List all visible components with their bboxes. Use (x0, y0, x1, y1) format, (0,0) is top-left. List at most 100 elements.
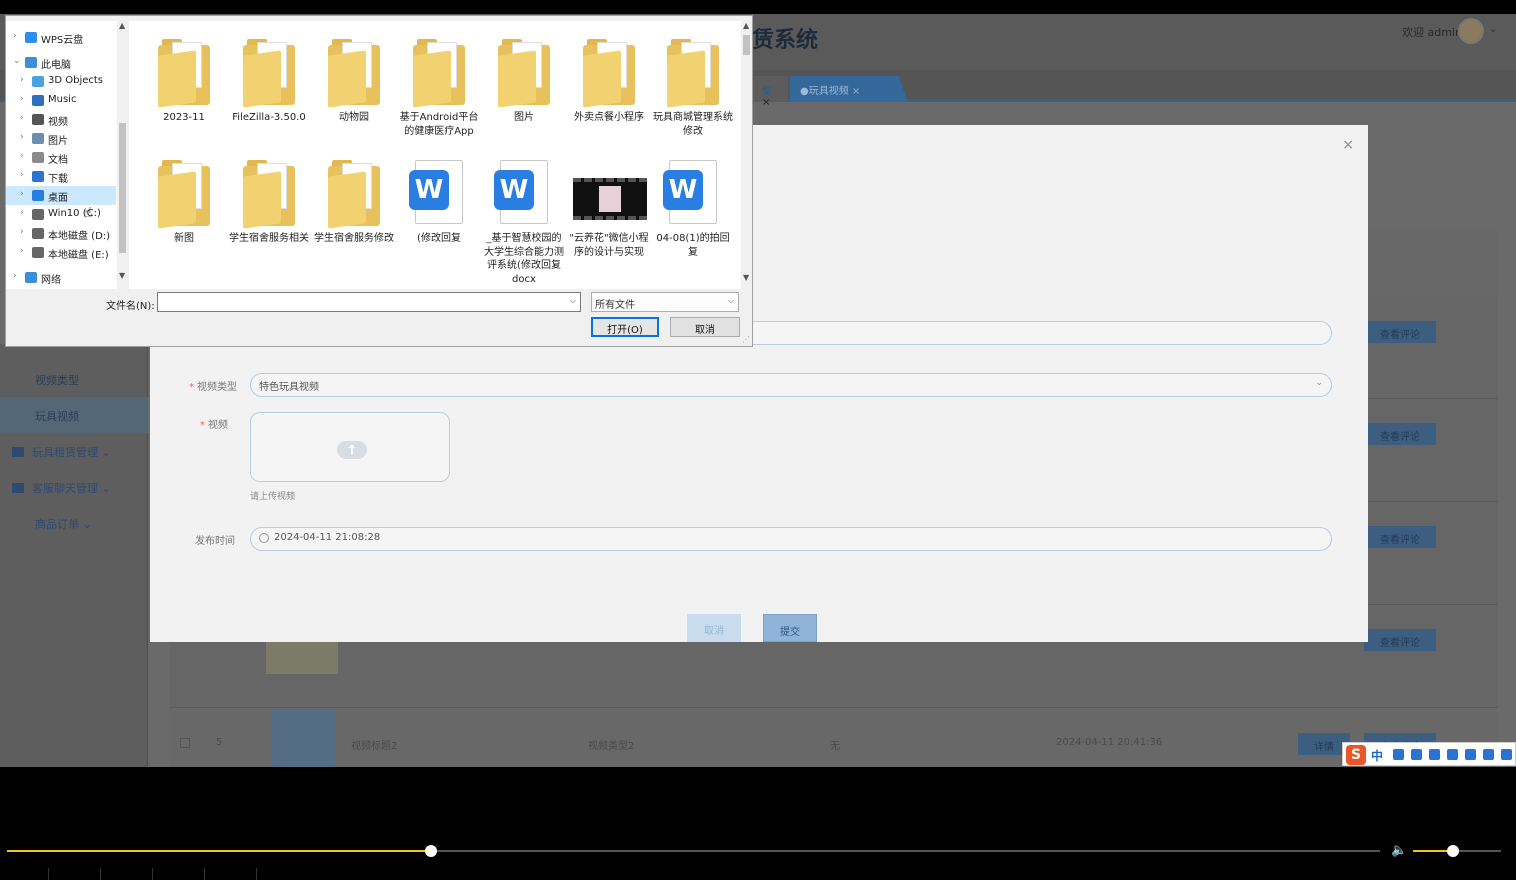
nav-item[interactable]: › 3D Objects (6, 72, 116, 91)
chevron-right-icon[interactable]: › (20, 75, 24, 85)
close-icon[interactable]: × (1342, 137, 1354, 153)
nav-item[interactable]: › Win10 (C:) (6, 205, 116, 224)
chevron-right-icon[interactable]: › (13, 31, 17, 41)
avatar[interactable] (1458, 18, 1484, 44)
row-checkbox[interactable] (180, 738, 190, 748)
chevron-down-icon[interactable]: ⌵ (570, 296, 576, 306)
sidebar-item-toy-video[interactable]: 玩具视频 (0, 397, 148, 433)
nav-item[interactable]: › 图片 (6, 129, 116, 148)
desktop-icon (32, 190, 44, 201)
folder-icon (328, 39, 380, 108)
open-button[interactable]: 打开(O) (591, 317, 659, 337)
progress-handle[interactable] (424, 845, 437, 857)
tab-video-type[interactable]: 型 × (752, 76, 788, 108)
sidebar-item-orders[interactable]: 商品订单 ⌄ (0, 505, 148, 541)
sogou-logo-icon[interactable]: S (1346, 745, 1366, 765)
divider (48, 868, 49, 880)
nav-item[interactable]: › WPS云盘 (6, 28, 116, 47)
nav-item[interactable]: › 下载 (6, 167, 116, 186)
file-name: 新图 (174, 233, 194, 244)
ime-language[interactable]: 中 (1371, 747, 1383, 764)
row-type: 视频类型2 (588, 741, 635, 752)
gear-icon[interactable] (1501, 749, 1512, 760)
sidebar-item-video-type[interactable]: 视频类型 (0, 361, 148, 397)
chevron-right-icon[interactable]: › (20, 113, 24, 123)
resize-grip-icon[interactable]: ⋰ (742, 335, 750, 344)
chevron-right-icon[interactable]: › (20, 246, 24, 256)
scroll-up-icon[interactable]: ▲ (119, 21, 125, 30)
gamepad-icon[interactable] (1465, 749, 1476, 760)
close-icon[interactable]: × (852, 86, 860, 97)
volume-handle[interactable] (1446, 845, 1459, 857)
divider (204, 868, 205, 880)
apps-icon[interactable] (1483, 749, 1494, 760)
video-upload[interactable]: ↑ (250, 412, 450, 482)
chevron-right-icon[interactable]: › (20, 94, 24, 104)
chevron-down-icon[interactable]: ⌄ (13, 56, 21, 66)
video-type-select[interactable]: 特色玩具视频 ⌄ (250, 373, 1332, 397)
chevron-right-icon[interactable]: › (20, 151, 24, 161)
chevron-right-icon[interactable]: › (20, 132, 24, 142)
scroll-down-icon[interactable]: ▼ (119, 271, 125, 280)
nav-item[interactable]: › 本地磁盘 (D:) (6, 224, 116, 243)
nav-item[interactable]: › 文档 (6, 148, 116, 167)
chevron-right-icon[interactable]: › (20, 170, 24, 180)
chevron-right-icon[interactable]: › (20, 189, 24, 199)
nav-item-label: 桌面 (48, 193, 68, 204)
sidebar-item-label: 商品订单 (35, 518, 79, 531)
chevron-down-icon[interactable]: ⌄ (1489, 24, 1497, 35)
chevron-right-icon[interactable]: › (13, 271, 17, 281)
nav-item-label: 下载 (48, 174, 68, 185)
nav-item[interactable]: ⌄ 此电脑 (6, 53, 116, 72)
view-comments-button[interactable]: 查看评论 (1364, 321, 1436, 343)
scroll-thumb[interactable] (743, 35, 750, 55)
volume-slider[interactable] (1413, 845, 1501, 857)
nav-item[interactable]: › 桌面 (6, 186, 116, 205)
sidebar-item-chat[interactable]: 客服聊天管理 ⌄ (0, 469, 148, 505)
folder-icon (498, 39, 550, 108)
file-name: 学生宿舍服务修改 (314, 233, 394, 244)
close-icon[interactable]: × (762, 97, 770, 108)
punctuation-icon[interactable] (1393, 749, 1404, 760)
pubtime-input[interactable]: 2024-04-11 21:08:28 (250, 527, 1332, 551)
scroll-down-icon[interactable]: ▼ (743, 273, 749, 282)
nav-item[interactable]: › 网络 (6, 268, 116, 287)
chevron-right-icon[interactable]: › (20, 208, 24, 218)
progress-slider[interactable] (7, 845, 1380, 857)
divider (256, 868, 257, 880)
nav-item[interactable]: › 视频 (6, 110, 116, 129)
cube-icon (32, 76, 44, 87)
nav-item[interactable]: › 本地磁盘 (E:) (6, 243, 116, 262)
view-comments-button[interactable]: 查看评论 (1364, 526, 1436, 548)
keyboard-icon[interactable] (1429, 749, 1440, 760)
scroll-thumb[interactable] (119, 123, 126, 253)
tab-toy-video[interactable]: ●玩具视频 × (790, 76, 908, 102)
scroll-up-icon[interactable]: ▲ (743, 21, 749, 30)
nav-item-label: 3D Objects (48, 75, 104, 86)
film-icon (32, 114, 44, 125)
mic-icon[interactable] (1411, 749, 1422, 760)
ime-toolbar[interactable]: S 中 (1342, 742, 1516, 766)
sidebar-item-toy-rental[interactable]: 玩具租赁管理 ⌄ (0, 433, 148, 469)
nav-item-label: Music (48, 94, 77, 105)
view-comments-button[interactable]: 查看评论 (1364, 629, 1436, 651)
shirt-icon[interactable] (1447, 749, 1458, 760)
volume-icon[interactable]: 🔈 (1391, 843, 1407, 858)
wps-document-icon: W (494, 160, 550, 226)
filetype-select[interactable]: 所有文件 ⌵ (591, 292, 739, 312)
type-label: * 视频类型 (189, 382, 237, 393)
nav-item[interactable]: › Music (6, 91, 116, 110)
filename-input[interactable]: ⌵ (157, 292, 581, 312)
cancel-button[interactable]: 取消 (687, 614, 741, 642)
file-name: "云养花"微信小程序的设计与实现 (569, 233, 649, 258)
video-type-value: 特色玩具视频 (259, 382, 319, 393)
chevron-right-icon[interactable]: › (20, 227, 24, 237)
file-name: 04-08(1)的拍回复 (656, 233, 730, 258)
view-comments-button[interactable]: 查看评论 (1364, 423, 1436, 445)
folder-icon (413, 39, 465, 108)
nav-scrollbar[interactable]: ▲ ▼ (117, 21, 128, 289)
cancel-button[interactable]: 取消 (670, 317, 740, 337)
folder-icon (328, 160, 380, 229)
submit-button[interactable]: 提交 (763, 614, 817, 642)
files-scrollbar[interactable]: ▲ ▼ (741, 21, 752, 289)
